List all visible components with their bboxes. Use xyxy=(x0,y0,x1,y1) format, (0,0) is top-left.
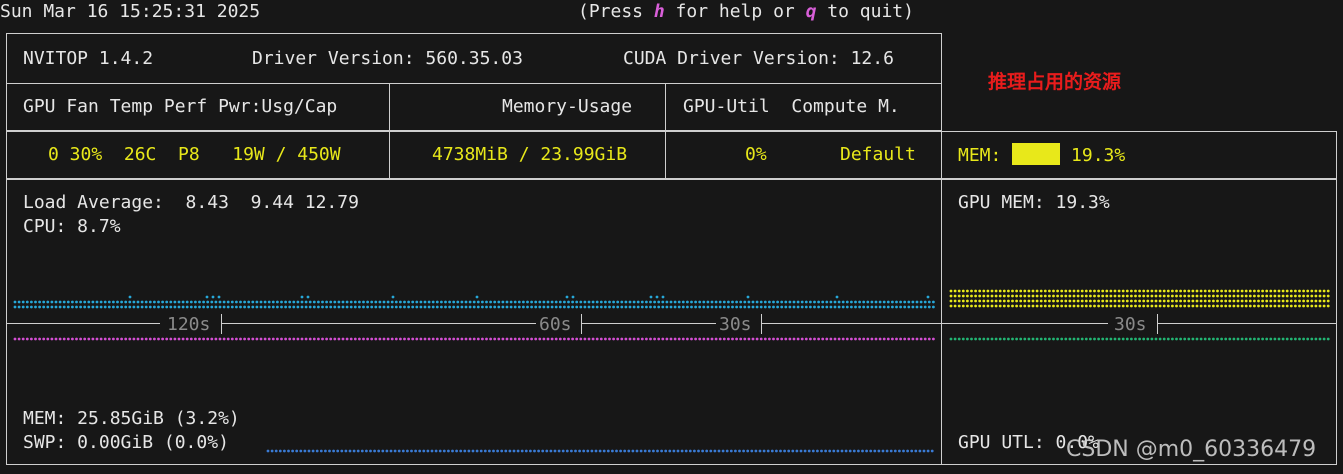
cpu-spike-dot xyxy=(391,295,395,299)
gpu-mem-history-row xyxy=(949,299,1330,303)
gpu-mem-history-row xyxy=(949,289,1330,293)
cpu-spike-dot xyxy=(205,295,209,299)
cpu-history-row xyxy=(13,305,935,309)
cpu-spike-dot xyxy=(926,295,930,299)
watermark: CSDN @m0_60336479 xyxy=(1066,437,1317,462)
cpu-spike-dot xyxy=(655,295,659,299)
gpu-mem-history-row xyxy=(949,304,1330,308)
cpu-spike-dot xyxy=(565,295,569,299)
cpu-spike-dot xyxy=(661,295,665,299)
gpu-mem-history-row xyxy=(949,294,1330,298)
cpu-spike-dot xyxy=(475,295,479,299)
cpu-history-row xyxy=(13,300,935,304)
cpu-spike-dot xyxy=(217,295,221,299)
cpu-spike-dot xyxy=(649,295,653,299)
tick-120s: 120s xyxy=(167,314,210,335)
cpu-spike-dot xyxy=(211,295,215,299)
tick-60s: 60s xyxy=(539,314,572,335)
cpu-spike-dot xyxy=(300,295,304,299)
tick-30s-right: 30s xyxy=(1114,314,1147,335)
cpu-spike-dot xyxy=(128,295,132,299)
cpu-spike-dot xyxy=(306,295,310,299)
cpu-spike-dot xyxy=(571,295,575,299)
swap-history-row xyxy=(266,449,934,453)
gpu-util-history-row xyxy=(949,337,1330,341)
cpu-spike-dot xyxy=(746,295,750,299)
tick-30s: 30s xyxy=(719,314,752,335)
history-graphs: 120s 60s 30s 30s xyxy=(6,289,1337,453)
mem-history-row xyxy=(13,337,935,341)
cpu-spike-dot xyxy=(835,295,839,299)
